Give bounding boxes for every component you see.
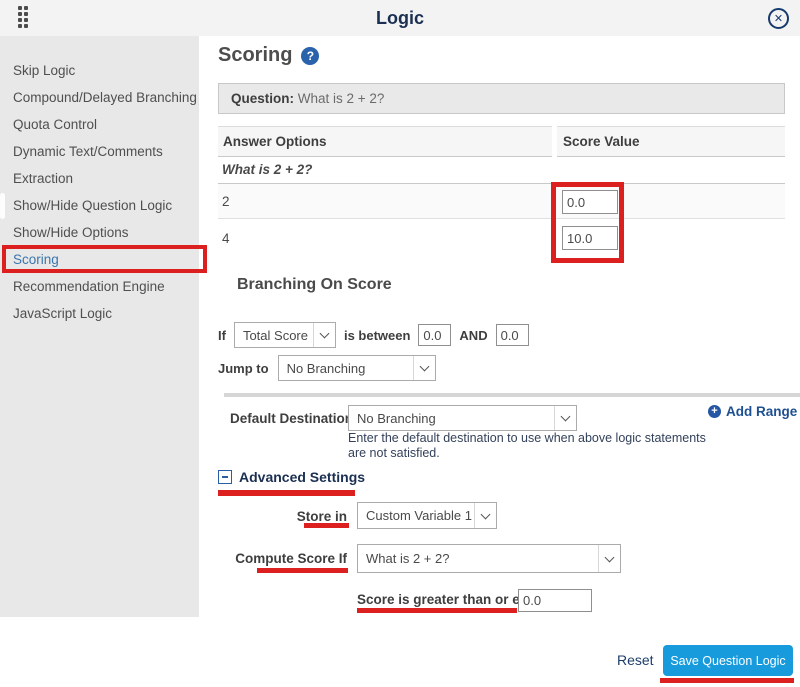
- if-label: If: [218, 328, 226, 343]
- question-text: What is 2 + 2?: [298, 91, 385, 106]
- question-summary-box: Question: What is 2 + 2?: [218, 83, 785, 114]
- default-destination-select[interactable]: No Branching: [348, 405, 577, 431]
- annotation-underline-score-threshold: [357, 608, 517, 613]
- section-divider: [224, 393, 800, 397]
- branching-heading: Branching On Score: [237, 276, 392, 294]
- jump-to-select[interactable]: No Branching: [278, 355, 436, 381]
- answer-row: 2: [218, 184, 785, 219]
- annotation-underline-advanced-settings: [218, 490, 355, 496]
- sidebar-item-dynamic-text-comments[interactable]: Dynamic Text/Comments: [0, 138, 199, 165]
- page-title-label: Scoring: [218, 44, 292, 67]
- sidebar-item-compound-delayed-branching[interactable]: Compound/Delayed Branching: [0, 84, 199, 111]
- store-in-select[interactable]: Custom Variable 1: [357, 502, 497, 529]
- chevron-down-icon: [413, 356, 435, 380]
- collapse-icon: [218, 470, 232, 484]
- logic-sidebar: Skip Logic Compound/Delayed Branching Qu…: [0, 36, 199, 617]
- chevron-down-icon: [474, 503, 496, 528]
- compute-score-if-select[interactable]: What is 2 + 2?: [357, 544, 621, 573]
- compute-score-if-label: Compute Score If: [230, 551, 347, 566]
- sidebar-item-quota-control[interactable]: Quota Control: [0, 111, 199, 138]
- branching-condition-row: If Total Score is between AND: [218, 321, 529, 349]
- question-label: Question:: [231, 91, 294, 106]
- score-source-select[interactable]: Total Score: [234, 322, 336, 348]
- store-in-label: Store in: [230, 509, 347, 524]
- sidebar-item-show-hide-options[interactable]: Show/Hide Options: [0, 219, 199, 246]
- question-group-row: What is 2 + 2?: [218, 157, 785, 184]
- sidebar-item-recommendation-engine[interactable]: Recommendation Engine: [0, 273, 199, 300]
- save-question-logic-button[interactable]: Save Question Logic: [663, 645, 793, 676]
- sidebar-scrollbar-thumb[interactable]: [0, 193, 5, 219]
- column-header-answer-options: Answer Options: [218, 126, 552, 157]
- annotation-underline-save-button: [660, 678, 794, 683]
- default-destination-label: Default Destination: [230, 411, 345, 426]
- default-destination-helper-text: Enter the default destination to use whe…: [348, 431, 708, 461]
- page-title: Scoring ?: [218, 44, 319, 67]
- advanced-settings-toggle[interactable]: Advanced Settings: [218, 469, 365, 485]
- sidebar-item-skip-logic[interactable]: Skip Logic: [0, 57, 199, 84]
- annotation-box-scoring-item: [2, 245, 207, 273]
- add-range-link[interactable]: + Add Range: [708, 404, 797, 419]
- column-header-score-value: Score Value: [557, 126, 785, 157]
- range-min-input[interactable]: [418, 324, 451, 346]
- chevron-down-icon: [554, 406, 576, 430]
- is-between-label: is between: [344, 328, 410, 343]
- dialog-title: Logic: [0, 0, 800, 36]
- sidebar-item-show-hide-question-logic[interactable]: Show/Hide Question Logic: [0, 192, 199, 219]
- chevron-down-icon: [313, 323, 335, 347]
- chevron-down-icon: [598, 545, 620, 572]
- sidebar-item-javascript-logic[interactable]: JavaScript Logic: [0, 300, 199, 327]
- annotation-underline-store-in: [304, 523, 349, 528]
- jump-to-label: Jump to: [218, 361, 269, 376]
- range-max-input[interactable]: [496, 324, 529, 346]
- annotation-box-score-inputs: [551, 182, 624, 263]
- help-icon[interactable]: ?: [301, 47, 319, 65]
- and-label: AND: [459, 328, 487, 343]
- annotation-underline-compute-score-if: [257, 568, 348, 573]
- answer-row: 4: [218, 219, 785, 258]
- sidebar-item-extraction[interactable]: Extraction: [0, 165, 199, 192]
- score-threshold-input[interactable]: [518, 589, 592, 612]
- close-icon[interactable]: ✕: [768, 8, 789, 29]
- add-icon: +: [708, 405, 721, 418]
- jump-to-row: Jump to No Branching: [218, 354, 436, 382]
- logic-dialog: Logic ✕ Skip Logic Compound/Delayed Bran…: [0, 0, 800, 687]
- reset-link[interactable]: Reset: [617, 652, 654, 668]
